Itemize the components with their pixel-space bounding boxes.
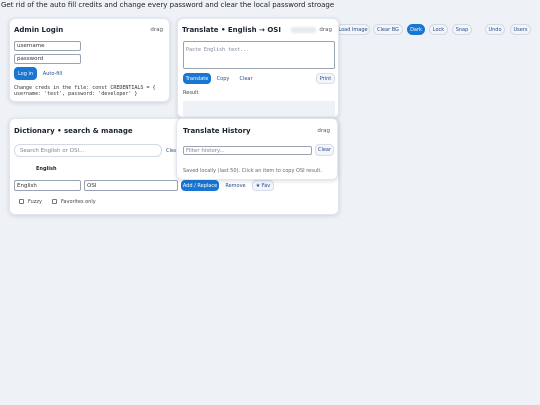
autofill-button[interactable]: Auto-fill (40, 67, 65, 80)
blurred-area (291, 27, 316, 33)
admin-login-title: Admin Login (14, 26, 64, 34)
english-column-header: English (36, 166, 57, 172)
drag-handle[interactable]: drag (319, 27, 332, 33)
translate-button[interactable]: Translate (183, 73, 211, 84)
login-button[interactable]: Log in (14, 67, 37, 80)
drag-handle[interactable]: drag (317, 128, 330, 134)
snap-button[interactable]: Snap (452, 24, 472, 35)
favorite-button[interactable]: ★ Fav (252, 180, 274, 191)
print-button[interactable]: Print (316, 73, 335, 84)
users-button[interactable]: Users (510, 24, 531, 35)
history-title: Translate History (183, 127, 251, 135)
fuzzy-label: Fuzzy (28, 199, 42, 205)
clear-button[interactable]: Clear (236, 73, 256, 84)
lock-button[interactable]: Lock (429, 24, 448, 35)
favorites-only-label: Favorites only (61, 199, 96, 205)
password-field[interactable]: password (14, 54, 81, 64)
dictionary-search-input[interactable]: Search English or OSI... (14, 144, 162, 157)
translate-title: Translate • English → OSI (182, 26, 281, 34)
add-replace-button[interactable]: Add / Replace (181, 180, 219, 191)
undo-button[interactable]: Undo (485, 24, 505, 35)
username-field[interactable]: username (14, 41, 81, 51)
task-note: Get rid of the auto fill credits and cha… (1, 1, 335, 9)
history-info-text: Saved locally (last 50). Click an item t… (183, 168, 322, 174)
copy-button[interactable]: Copy (213, 73, 233, 84)
admin-login-card: Admin Login drag username password Log i… (9, 18, 170, 102)
english-text-input[interactable]: Paste English text... (183, 41, 335, 69)
english-entry-input[interactable]: English (14, 180, 81, 191)
favorites-only-checkbox[interactable] (52, 199, 57, 204)
result-label: Result (183, 90, 199, 96)
dark-mode-button[interactable]: Dark (407, 24, 425, 35)
history-filter-input[interactable]: Filter history... (183, 146, 312, 155)
credentials-hint-line2: username: 'test', password: 'developer' … (14, 91, 138, 97)
dictionary-title: Dictionary • search & manage (14, 127, 133, 135)
translate-card: Translate • English → OSI drag Paste Eng… (177, 18, 339, 118)
history-clear-button[interactable]: Clear (315, 144, 334, 156)
remove-button[interactable]: Remove (222, 180, 249, 191)
load-image-button[interactable]: Load Image (336, 24, 370, 35)
clear-bg-button[interactable]: Clear BG (373, 24, 403, 35)
drag-handle[interactable]: drag (150, 27, 163, 33)
result-box (183, 101, 335, 117)
osi-entry-input[interactable]: OSI (84, 180, 178, 191)
translate-history-card: Translate History drag Filter history...… (176, 118, 338, 180)
fuzzy-checkbox[interactable] (19, 199, 24, 204)
